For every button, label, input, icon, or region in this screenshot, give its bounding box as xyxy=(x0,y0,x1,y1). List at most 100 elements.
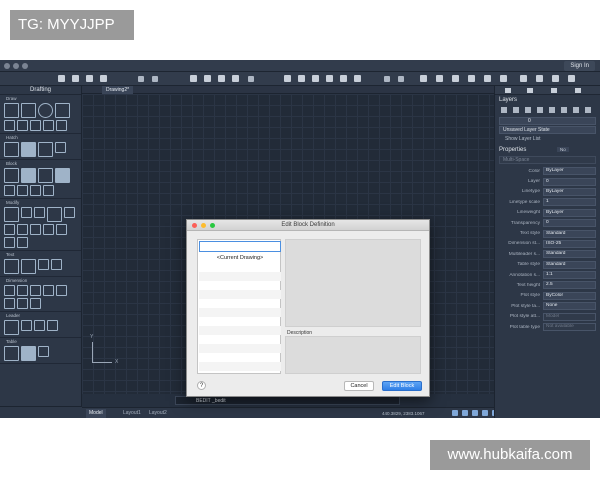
content-icon[interactable] xyxy=(552,75,559,82)
print-preview-icon[interactable] xyxy=(204,75,211,82)
block-attribute-manager-icon[interactable] xyxy=(43,185,54,196)
line-tool-icon[interactable] xyxy=(4,103,19,118)
layer-freeze-icon[interactable] xyxy=(549,107,555,113)
text-style-icon[interactable] xyxy=(38,259,49,270)
cancel-button[interactable]: Cancel xyxy=(344,381,374,391)
find-text-icon[interactable] xyxy=(51,259,62,270)
continue-dimension-icon[interactable] xyxy=(17,298,28,309)
polyline-tool-icon[interactable] xyxy=(21,103,36,118)
insert-icon[interactable] xyxy=(354,75,361,82)
tab-model[interactable]: Model xyxy=(86,409,106,418)
add-leader-icon[interactable] xyxy=(21,320,32,331)
radius-dimension-icon[interactable] xyxy=(43,285,54,296)
property-value[interactable]: 0 xyxy=(543,219,596,228)
tab-drawing2[interactable]: Drawing2* xyxy=(102,86,134,94)
property-value[interactable]: Standard xyxy=(543,250,596,259)
save-icon[interactable] xyxy=(86,75,93,82)
erase-tool-icon[interactable] xyxy=(17,237,28,248)
sync-attributes-icon[interactable] xyxy=(30,185,41,196)
ortho-mode-icon[interactable] xyxy=(472,410,478,416)
stretch-tool-icon[interactable] xyxy=(17,224,28,235)
gradient-tool-icon[interactable] xyxy=(21,142,36,157)
aligned-dimension-icon[interactable] xyxy=(17,285,28,296)
window-zoom-icon[interactable] xyxy=(22,63,28,69)
properties-tool-icon[interactable] xyxy=(436,75,443,82)
property-value[interactable]: ByLayer xyxy=(543,167,596,176)
hatch-tool-icon[interactable] xyxy=(4,142,19,157)
zoom-icon[interactable] xyxy=(398,76,404,82)
command-line[interactable]: BEDIT _bedit xyxy=(175,396,400,405)
layer-merge-icon[interactable] xyxy=(585,107,591,113)
mtext-tool-icon[interactable] xyxy=(4,259,19,274)
calculator-icon[interactable] xyxy=(468,75,475,82)
property-value[interactable]: ByColor xyxy=(543,291,596,300)
block-name-input[interactable] xyxy=(199,241,281,252)
layer-isolate-icon[interactable] xyxy=(573,107,579,113)
angular-dimension-icon[interactable] xyxy=(30,285,41,296)
scale-tool-icon[interactable] xyxy=(4,224,15,235)
property-value[interactable]: 0 xyxy=(543,177,596,186)
help-button[interactable]: ? xyxy=(197,381,206,390)
property-value[interactable]: Standard xyxy=(543,260,596,269)
offset-tool-icon[interactable] xyxy=(30,224,41,235)
data-extraction-icon[interactable] xyxy=(38,346,49,357)
baseline-dimension-icon[interactable] xyxy=(4,298,15,309)
plot-icon[interactable] xyxy=(190,75,197,82)
edit-block-button[interactable]: Edit Block xyxy=(382,381,422,391)
cut-icon[interactable] xyxy=(298,75,305,82)
delete-layer-icon[interactable] xyxy=(513,107,519,113)
table-style-icon[interactable] xyxy=(21,346,36,361)
ellipse-tool-icon[interactable] xyxy=(30,120,41,131)
library-tab-icon[interactable] xyxy=(551,88,557,93)
xref-icon[interactable] xyxy=(568,75,575,82)
single-line-text-icon[interactable] xyxy=(21,259,36,274)
space-selector[interactable]: Multi-Space xyxy=(499,156,596,164)
edit-block-icon[interactable] xyxy=(38,168,53,183)
paste-icon[interactable] xyxy=(326,75,333,82)
property-value[interactable]: 2.5 xyxy=(543,281,596,290)
match-properties-icon[interactable] xyxy=(284,75,291,82)
dialog-close-icon[interactable] xyxy=(192,223,197,228)
set-current-layer-icon[interactable] xyxy=(525,107,531,113)
new-file-icon[interactable] xyxy=(58,75,65,82)
show-layer-list-toggle[interactable]: Show Layer List xyxy=(495,135,600,144)
fillet-tool-icon[interactable] xyxy=(43,224,54,235)
window-close-icon[interactable] xyxy=(4,63,10,69)
measure-icon[interactable] xyxy=(452,75,459,82)
define-attributes-icon[interactable] xyxy=(55,168,70,183)
block-editor-icon[interactable] xyxy=(4,185,15,196)
layers-tab-icon[interactable] xyxy=(505,88,511,93)
property-value[interactable]: None xyxy=(543,302,596,311)
point-tool-icon[interactable] xyxy=(43,120,54,131)
array-tool-icon[interactable] xyxy=(56,224,67,235)
copy-tool-icon[interactable] xyxy=(21,207,32,218)
property-value[interactable]: 1:1 xyxy=(543,271,596,280)
dialog-minimize-icon[interactable] xyxy=(201,223,206,228)
multileader-icon[interactable] xyxy=(4,320,19,335)
palettes-icon[interactable] xyxy=(520,75,527,82)
property-value[interactable]: ISO-25 xyxy=(543,239,596,248)
tab-layout1[interactable]: Layout1 xyxy=(120,409,144,418)
polygon-tool-icon[interactable] xyxy=(56,120,67,131)
explode-tool-icon[interactable] xyxy=(4,237,15,248)
create-block-icon[interactable] xyxy=(21,168,36,183)
move-tool-icon[interactable] xyxy=(4,207,19,222)
layer-states-icon[interactable] xyxy=(537,107,543,113)
sheet-set-icon[interactable] xyxy=(536,75,543,82)
mirror-tool-icon[interactable] xyxy=(64,207,75,218)
trim-tool-icon[interactable] xyxy=(47,207,62,222)
layer-tools-icon[interactable] xyxy=(420,75,427,82)
boundary-tool-icon[interactable] xyxy=(38,142,53,157)
insert-block-icon[interactable] xyxy=(4,168,19,183)
block-list[interactable]: <Current Drawing> xyxy=(197,239,281,374)
share-icon[interactable] xyxy=(248,76,254,82)
align-leaders-icon[interactable] xyxy=(47,320,58,331)
polar-tracking-icon[interactable] xyxy=(482,410,488,416)
circle-tool-icon[interactable] xyxy=(38,103,53,118)
publish-icon[interactable] xyxy=(218,75,225,82)
save-as-icon[interactable] xyxy=(100,75,107,82)
open-file-icon[interactable] xyxy=(72,75,79,82)
attribute-edit-icon[interactable] xyxy=(17,185,28,196)
diameter-dimension-icon[interactable] xyxy=(56,285,67,296)
design-center-icon[interactable] xyxy=(500,75,507,82)
